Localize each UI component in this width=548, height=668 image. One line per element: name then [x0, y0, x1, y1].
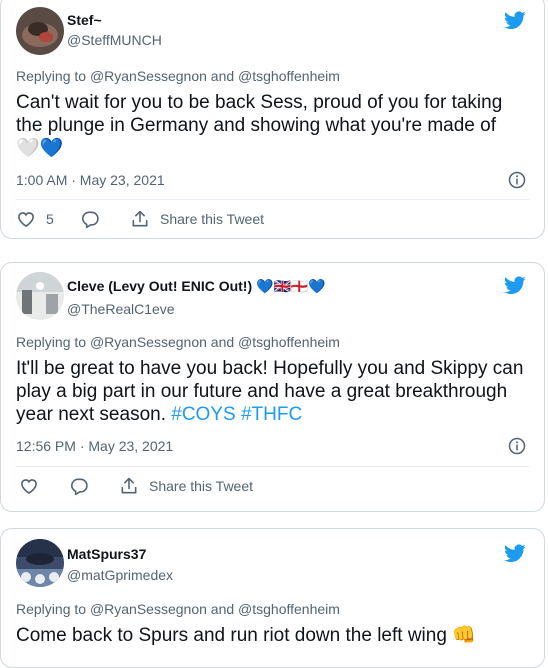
name-emoji: 💙🇬🇧🏴󠁧󠁢󠁥󠁮󠁧󠁿💙 [256, 278, 326, 294]
user-handle[interactable]: @matGprimedex [67, 567, 173, 583]
mention-link[interactable]: @RyanSessegnon [90, 334, 207, 350]
like-button[interactable] [19, 476, 39, 496]
twitter-bird-icon[interactable] [502, 542, 528, 564]
mention-link[interactable]: @tsghoffenheim [238, 68, 340, 84]
share-icon [130, 209, 150, 229]
avatar[interactable] [16, 7, 64, 55]
share-button[interactable]: Share this Tweet [119, 476, 253, 496]
tweet-timestamp[interactable]: 12:56 PM · May 23, 2021 [16, 438, 173, 454]
like-count: 5 [46, 211, 54, 227]
mention-link[interactable]: @RyanSessegnon [90, 601, 207, 617]
share-label: Share this Tweet [160, 211, 265, 227]
replying-and: and [210, 601, 235, 617]
avatar[interactable] [16, 272, 64, 320]
heart-icon [16, 209, 36, 229]
divider [16, 199, 529, 200]
replying-to: Replying to @RyanSessegnon and @tsghoffe… [16, 68, 340, 84]
tweet-emoji: 👊 [452, 625, 476, 646]
replying-to: Replying to @RyanSessegnon and @tsghoffe… [16, 601, 340, 617]
info-icon[interactable] [508, 437, 526, 455]
info-icon[interactable] [508, 171, 526, 189]
twitter-bird-icon[interactable] [502, 9, 528, 31]
replying-to: Replying to @RyanSessegnon and @tsghoffe… [16, 334, 340, 350]
tweet-body: Come back to Spurs and run riot down the… [16, 625, 447, 646]
tweet-text: Come back to Spurs and run riot down the… [16, 624, 526, 647]
like-button[interactable]: 5 [16, 209, 54, 229]
share-icon [119, 476, 139, 496]
reply-button[interactable] [69, 476, 89, 496]
reply-icon [69, 476, 89, 496]
display-name[interactable]: Stef~ [67, 12, 102, 28]
tweet-text: It'll be great to have you back! Hopeful… [16, 357, 526, 426]
tweet-card[interactable]: MatSpurs37 @matGprimedex Replying to @Ry… [0, 528, 545, 668]
tweet-body: Can't wait for you to be back Sess, prou… [16, 92, 503, 136]
user-handle[interactable]: @SteffMUNCH [67, 32, 162, 48]
mention-link[interactable]: @tsghoffenheim [238, 601, 340, 617]
tweet-actions: 5 Share this Tweet [16, 209, 529, 233]
reply-button[interactable] [80, 209, 100, 229]
tweet-emoji: 🤍💙 [16, 138, 64, 159]
tweet-text: Can't wait for you to be back Sess, prou… [16, 91, 526, 160]
mention-link[interactable]: @tsghoffenheim [238, 334, 340, 350]
replying-and: and [210, 334, 235, 350]
user-handle[interactable]: @TheRealC1eve [67, 301, 175, 317]
replying-prefix: Replying to [16, 68, 87, 84]
hashtag-link[interactable]: #THFC [241, 404, 302, 425]
tweet-card[interactable]: Stef~ @SteffMUNCH Replying to @RyanSesse… [0, 0, 545, 239]
reply-icon [80, 209, 100, 229]
replying-prefix: Replying to [16, 334, 87, 350]
share-label: Share this Tweet [149, 478, 254, 494]
display-name[interactable]: Cleve (Levy Out! ENIC Out!) 💙🇬🇧🏴󠁧󠁢󠁥󠁮󠁧󠁿💙 [67, 278, 326, 295]
divider [16, 466, 529, 467]
hashtag-link[interactable]: #COYS [171, 404, 235, 425]
display-name-text: Cleve (Levy Out! ENIC Out!) [67, 278, 253, 294]
twitter-bird-icon[interactable] [502, 274, 528, 296]
replying-prefix: Replying to [16, 601, 87, 617]
display-name[interactable]: MatSpurs37 [67, 546, 146, 562]
mention-link[interactable]: @RyanSessegnon [90, 68, 207, 84]
replying-and: and [210, 68, 235, 84]
avatar[interactable] [16, 539, 64, 587]
tweet-timestamp[interactable]: 1:00 AM · May 23, 2021 [16, 172, 165, 188]
tweet-actions: Share this Tweet [16, 476, 529, 500]
share-button[interactable]: Share this Tweet [130, 209, 264, 229]
tweet-card[interactable]: Cleve (Levy Out! ENIC Out!) 💙🇬🇧🏴󠁧󠁢󠁥󠁮󠁧󠁿💙 … [0, 262, 545, 512]
heart-icon [19, 476, 39, 496]
